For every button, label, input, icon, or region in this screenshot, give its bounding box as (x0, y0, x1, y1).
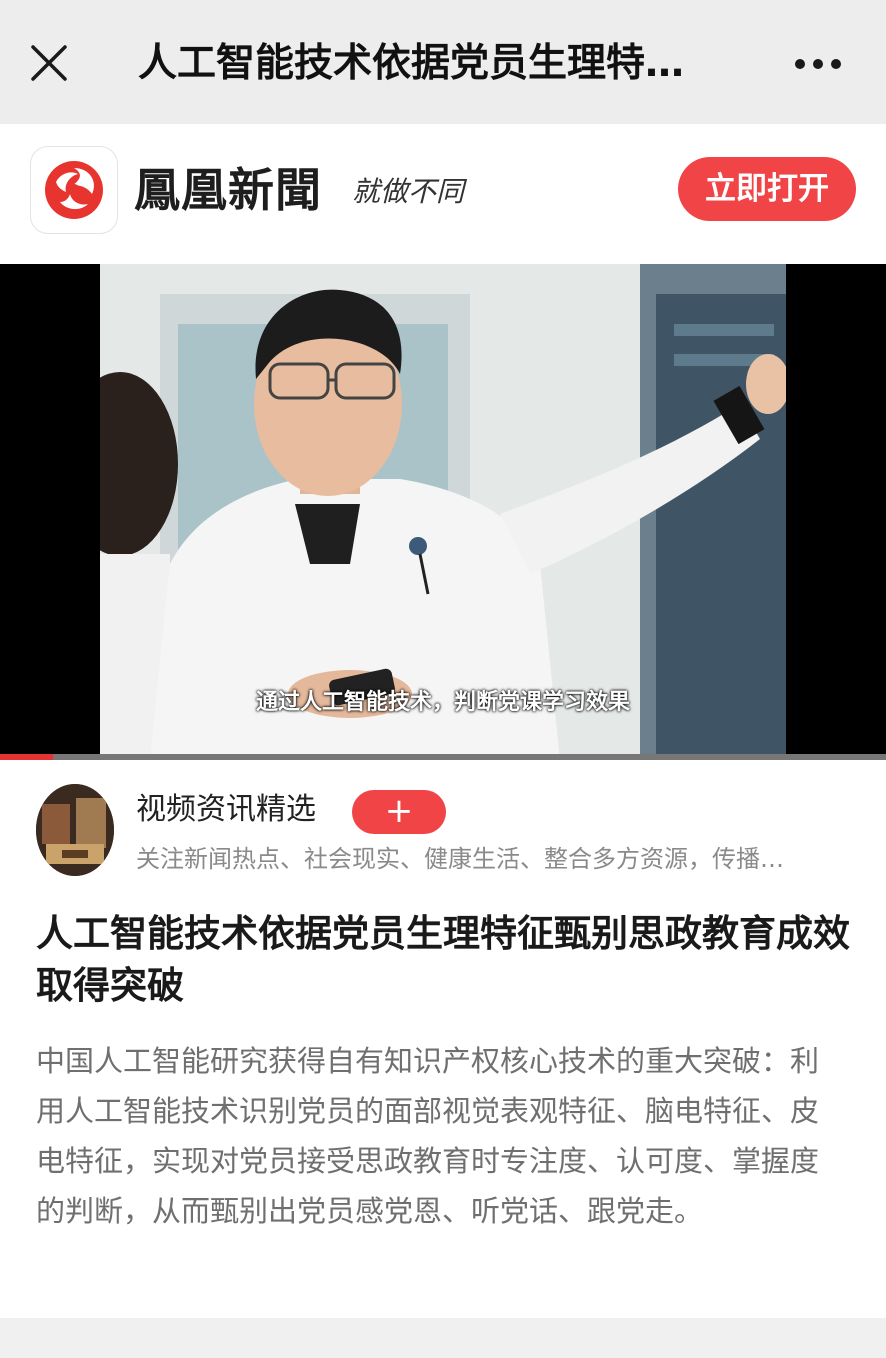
channel-avatar[interactable] (36, 784, 114, 876)
phoenix-logo-icon (30, 146, 118, 234)
video-player[interactable]: 通过人工智能技术，判断党课学习效果 (0, 264, 886, 760)
video-progress-bar[interactable] (0, 754, 886, 760)
brand-banner: 鳳凰新聞 就做不同 立即打开 (0, 124, 886, 264)
bottom-divider (0, 1318, 886, 1358)
open-app-button[interactable]: 立即打开 (678, 157, 856, 221)
video-still-image (100, 264, 786, 760)
channel-name[interactable]: 视频资讯精选 (136, 788, 316, 832)
page-title: 人工智能技术依据党员生理特… (138, 41, 685, 86)
close-icon[interactable] (28, 42, 70, 84)
channel-description: 关注新闻热点、社会现实、健康生活、整合多方资源，传播… (136, 845, 784, 873)
video-frame: 通过人工智能技术，判断党课学习效果 (100, 264, 786, 760)
follow-button[interactable]: + (352, 790, 446, 834)
video-progress-fill (0, 754, 54, 760)
video-subtitle: 通过人工智能技术，判断党课学习效果 (255, 690, 630, 715)
article-summary: 中国人工智能研究获得自有知识产权核心技术的重大突破：利用人工智能技术识别党员的面… (36, 1044, 820, 1228)
brand-name: 鳳凰新聞 (134, 163, 322, 217)
more-dots-icon[interactable] (792, 52, 844, 76)
article-title: 人工智能技术依据党员生理特征甄别思政教育成效取得突破 (36, 912, 850, 1007)
top-nav-bar: 人工智能技术依据党员生理特… (0, 0, 886, 124)
brand-slogan: 就做不同 (352, 175, 465, 208)
